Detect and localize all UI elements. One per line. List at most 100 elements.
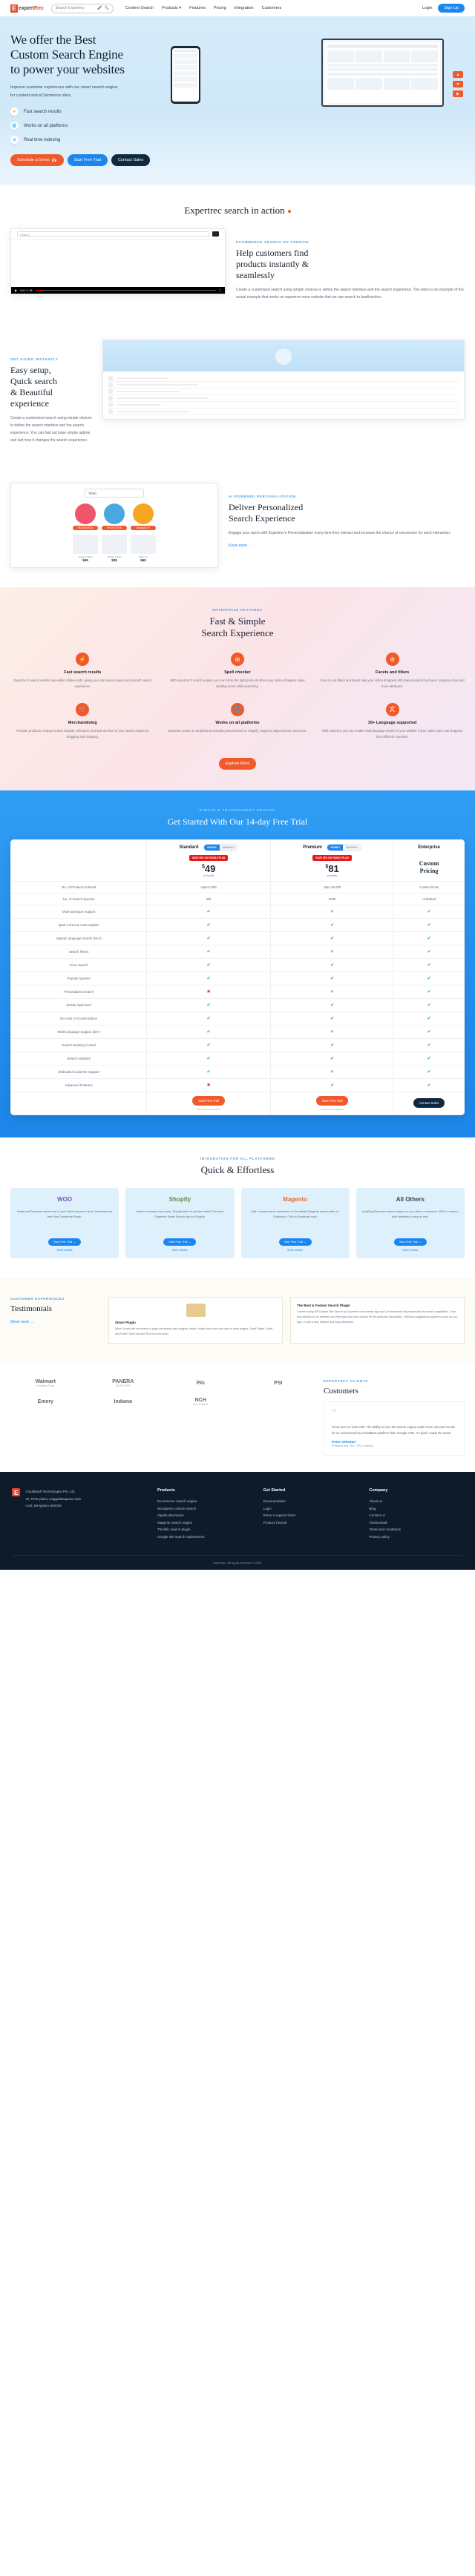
login-link[interactable]: Login bbox=[422, 6, 432, 10]
cell-value: Unlimited bbox=[393, 892, 465, 905]
toggle-yearly[interactable]: YEARLY bbox=[327, 844, 344, 851]
customers-section: Walmart Developer Portal PANERA DEVELOPER … bbox=[0, 1363, 475, 1473]
footer-link[interactable]: Magento search engine bbox=[157, 1519, 252, 1526]
plan-price-sub: Pricing bbox=[419, 868, 439, 875]
billing-toggle[interactable]: YEARLY MONTHLY bbox=[203, 843, 238, 851]
signup-button[interactable]: Sign Up bbox=[438, 4, 465, 13]
testimonials-show-more-link[interactable]: Show more → bbox=[10, 1320, 34, 1324]
table-row: Voice Search ✔ ✔ ✔ bbox=[10, 957, 465, 972]
play-icon[interactable]: ▶ bbox=[15, 288, 17, 292]
laptop-mockup bbox=[321, 39, 444, 107]
footer-link[interactable]: Wordpress custom search bbox=[157, 1505, 252, 1512]
pricing-table: Standard YEARLY MONTHLY SAVE 25% ON YEAR… bbox=[10, 839, 465, 1115]
platform-details-link[interactable]: More details bbox=[16, 1249, 114, 1252]
plan-cta-standard[interactable]: Start Free Trial bbox=[192, 1095, 226, 1106]
footer-link[interactable]: Login bbox=[263, 1505, 358, 1512]
mockup-search-input[interactable]: Tshirt bbox=[85, 489, 144, 498]
footer-link[interactable]: Privacy policy bbox=[369, 1533, 463, 1540]
video-controls[interactable]: ▶ 0:01 / 1:36 ⛶ bbox=[11, 287, 225, 294]
nav-item-features[interactable]: Features bbox=[189, 6, 206, 10]
know-more-link[interactable]: Know more → bbox=[229, 544, 252, 548]
search-icon[interactable]: 🔍 bbox=[105, 6, 109, 10]
action-heading-line-1: Help customers find bbox=[236, 248, 309, 259]
footer-link[interactable]: Product Tutorial bbox=[263, 1519, 358, 1526]
plan-price: $49 bbox=[201, 862, 216, 874]
testimonial-cards: Smart Plugin What I loved with the searc… bbox=[108, 1296, 465, 1344]
platform-card-woocommerce[interactable]: WOO Install and Expertrec search bar to … bbox=[10, 1187, 119, 1258]
footer-link[interactable]: Google site search replacement bbox=[157, 1533, 252, 1540]
check-icon: ✔ bbox=[206, 909, 211, 914]
platform-card-others[interactable]: All Others Installing Expertrec search e… bbox=[356, 1187, 465, 1258]
globe-icon: 🌐 bbox=[10, 122, 19, 131]
nav-item-customers[interactable]: Customers bbox=[262, 6, 282, 10]
section-eyebrow: AI POWERED PERSONALIZATION bbox=[229, 495, 297, 499]
search-input[interactable]: Search Expertrec bbox=[56, 6, 96, 10]
platform-details-link[interactable]: More details bbox=[246, 1249, 344, 1252]
feature-label: No-code UI Customization bbox=[10, 1011, 148, 1026]
plan-price: $81 bbox=[325, 862, 339, 874]
check-icon: ✔ bbox=[330, 962, 335, 968]
product-card: Cooking Thirts $49 bbox=[73, 535, 98, 562]
platform-trial-button[interactable]: Start Free Trial → bbox=[163, 1238, 197, 1246]
nav-item-content-search[interactable]: Content Search bbox=[125, 6, 154, 10]
easy-heading-line-1: Easy setup, bbox=[10, 365, 51, 376]
footer-link[interactable]: Blog bbox=[369, 1505, 463, 1512]
footer-column-get-started: Get Started Documentation Login Raise a … bbox=[263, 1488, 358, 1540]
footer-link[interactable]: Documentation bbox=[263, 1498, 358, 1505]
platform-trial-button[interactable]: Start Free Trial → bbox=[278, 1238, 312, 1246]
platform-trial-button[interactable]: Start Free Trial → bbox=[393, 1238, 427, 1246]
footer-link[interactable]: Thinkific search plugin bbox=[157, 1526, 252, 1533]
arrow-right-icon[interactable]: ▶ bbox=[453, 90, 463, 97]
footer-link[interactable]: Terms and conditions bbox=[369, 1526, 463, 1533]
contact-sales-button[interactable]: Contact Sales bbox=[111, 154, 151, 167]
arrow-up-icon[interactable]: ▲ bbox=[453, 71, 463, 78]
plan-cta-premium[interactable]: Start Free Trial bbox=[315, 1095, 349, 1106]
nav-item-integration[interactable]: Integration bbox=[235, 6, 254, 10]
product-card: Printed T-shirt $35 bbox=[102, 535, 127, 562]
billing-toggle[interactable]: YEARLY MONTHLY bbox=[327, 843, 362, 851]
pricing-section: SIMPLE & TRANSPARENT PRICING Get Started… bbox=[0, 790, 475, 1137]
save-badge: SAVE 25% ON YEARLY PLAN bbox=[189, 854, 229, 861]
video-timestamp: 0:01 / 1:36 bbox=[20, 288, 33, 292]
demo-video[interactable]: Search ▶ 0:01 / 1:36 ⛶ bbox=[10, 228, 226, 295]
footer-link[interactable]: Ecommerce search engine bbox=[157, 1498, 252, 1505]
footer-link[interactable]: About us bbox=[369, 1498, 463, 1505]
toggle-monthly[interactable]: MONTHLY bbox=[219, 844, 238, 851]
hero-title-line-2: Custom Search Engine bbox=[10, 47, 123, 62]
toggle-yearly[interactable]: YEARLY bbox=[203, 844, 220, 851]
start-free-trial-button[interactable]: Start Free Trial bbox=[67, 154, 108, 167]
video-progress-bar[interactable] bbox=[35, 289, 217, 291]
feature-title: 30+ Language supported bbox=[368, 720, 417, 725]
logo[interactable]: E expert Rec bbox=[10, 4, 44, 13]
platform-trial-button[interactable]: Start Free Trial → bbox=[48, 1238, 82, 1246]
header-search-box[interactable]: Search Expertrec 🎤 🔍 bbox=[50, 3, 114, 13]
magento-logo: Magento bbox=[283, 1196, 308, 1203]
feature-label: Natural Language Search (NLP) bbox=[10, 931, 148, 945]
footer-link[interactable]: Raise a support ticket bbox=[263, 1512, 358, 1519]
toggle-monthly[interactable]: MONTHLY bbox=[343, 844, 361, 851]
check-icon: ✔ bbox=[330, 909, 335, 914]
action-heading-line-3: seamlessly bbox=[236, 270, 275, 281]
footer-link[interactable]: Contact us bbox=[369, 1512, 463, 1519]
fullscreen-icon[interactable]: ⛶ bbox=[219, 288, 221, 292]
platform-details-link[interactable]: More details bbox=[131, 1249, 229, 1252]
feature-label: Mobile Optimized bbox=[10, 997, 148, 1012]
mic-icon[interactable]: 🎤 bbox=[97, 6, 102, 10]
check-icon: ✔ bbox=[330, 1003, 335, 1008]
nav-item-products[interactable]: Products ▾ bbox=[162, 6, 181, 10]
platform-details-link[interactable]: More details bbox=[361, 1249, 459, 1252]
footer-link[interactable]: Algolia alternative bbox=[157, 1512, 252, 1519]
personalized-heading: Deliver Personalized Search Experience bbox=[229, 502, 465, 524]
plan-cta-enterprise[interactable]: Contact Sales bbox=[413, 1098, 445, 1109]
explore-more-button[interactable]: Explore More bbox=[218, 757, 257, 770]
price-period: a month bbox=[327, 873, 338, 877]
platform-card-magento[interactable]: Magento Add a visual search experience t… bbox=[240, 1187, 350, 1258]
video-mic-button[interactable] bbox=[212, 231, 219, 237]
video-search-input[interactable]: Search bbox=[17, 231, 209, 237]
features-section: ENTERPRISE FEATURES Fast & Simple Search… bbox=[0, 587, 475, 790]
platform-card-shopify[interactable]: Shopify Install our search bar to your S… bbox=[125, 1187, 235, 1258]
nav-item-pricing[interactable]: Pricing bbox=[214, 6, 226, 10]
footer-link[interactable]: Testimonials bbox=[369, 1519, 463, 1526]
schedule-demo-button[interactable]: Schedule a Demo 📅 bbox=[10, 154, 64, 167]
arrow-down-icon[interactable]: ▼ bbox=[453, 81, 463, 87]
